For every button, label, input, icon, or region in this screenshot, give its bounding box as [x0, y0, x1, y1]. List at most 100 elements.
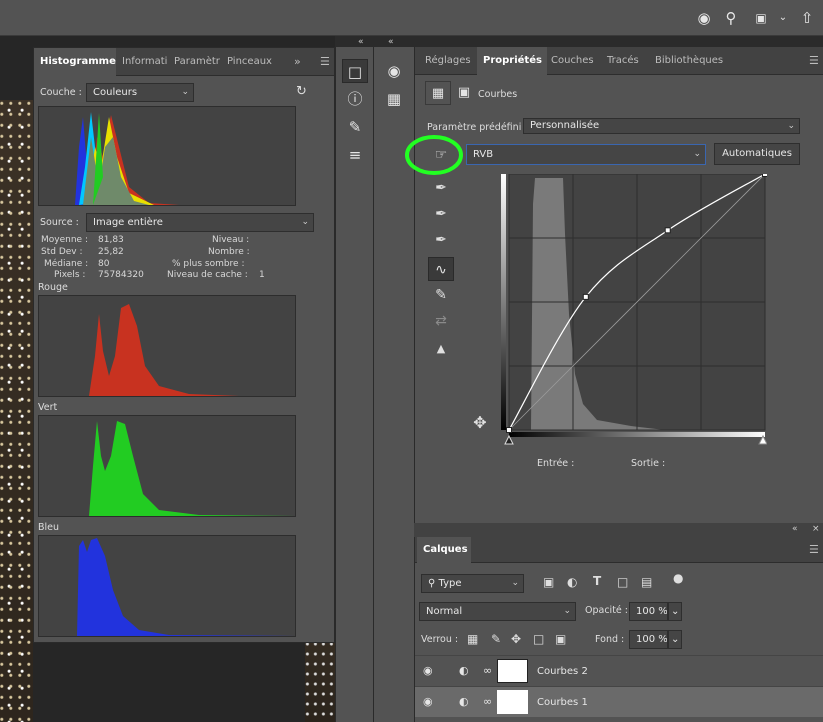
blend-mode-select[interactable]: Normal ⌄	[419, 602, 576, 621]
chevron-down-icon[interactable]: ⌄	[773, 8, 793, 28]
visibility-eye-icon[interactable]: ◉	[423, 695, 433, 708]
tab-settings[interactable]: Paramètr	[168, 48, 220, 76]
lock-label: Verrou :	[421, 634, 459, 645]
curve-control-point[interactable]	[664, 227, 671, 234]
lock-position-icon[interactable]: ✥	[511, 632, 521, 646]
refresh-icon[interactable]: ↻	[296, 84, 307, 99]
filter-toggle-icon[interactable]: ●	[673, 571, 683, 585]
search-icon[interactable]: ⚲	[721, 8, 741, 28]
opacity-chevron[interactable]: ⌄	[668, 602, 682, 621]
opacity-input[interactable]: 100 %	[629, 602, 668, 621]
preset-select[interactable]: Personnalisée ⌄	[523, 118, 800, 134]
link-icon[interactable]: ∞	[483, 664, 492, 677]
grid-icon[interactable]: ▦	[381, 87, 407, 111]
panel-menu-icon[interactable]: ☰	[803, 47, 823, 75]
histogram-icon[interactable]: □	[342, 59, 368, 83]
tab-channels[interactable]: Couches	[545, 47, 600, 75]
tab-paths[interactable]: Tracés	[601, 47, 645, 75]
layers-tab-row: Calques ☰	[415, 537, 823, 563]
pixels-label: Pixels :	[54, 270, 86, 280]
auto-button[interactable]: Automatiques	[714, 143, 800, 165]
application-bar: ◉ ⚲ ▣ ⌄ ⇧	[0, 0, 823, 36]
source-select[interactable]: Image entière ⌄	[86, 213, 314, 232]
std-label: Std Dev :	[41, 247, 83, 257]
median-value: 80	[98, 259, 110, 269]
layer-mask-thumbnail[interactable]	[497, 690, 528, 714]
color-palette-icon[interactable]: ◉	[381, 59, 407, 83]
layer-filter-select[interactable]: ⚲ Type ⌄	[421, 574, 524, 593]
pencil-icon[interactable]: ✎	[428, 283, 454, 307]
type-filter-icon[interactable]: T	[593, 574, 601, 588]
cache-level-value: 1	[259, 270, 265, 280]
tab-layers[interactable]: Calques	[417, 537, 471, 563]
collapse-icon[interactable]: «	[358, 37, 364, 47]
layer-name[interactable]: Courbes 2	[537, 656, 588, 687]
green-histogram	[38, 415, 296, 517]
layers-panel: Calques ☰ ⚲ Type ⌄ ▣ ◐ T □ ▤ ● Normal ⌄ Op…	[414, 537, 823, 722]
brush-presets-icon[interactable]: ≡	[342, 143, 368, 167]
tab-libraries[interactable]: Bibliothèques	[649, 47, 729, 75]
highlight-circle	[405, 135, 463, 175]
curve-channel-select[interactable]: RVB ⌄	[466, 144, 706, 165]
curves-adjustment-icon: ▦	[425, 81, 451, 105]
source-label: Source :	[40, 217, 79, 228]
curve-points-icon[interactable]: ∿	[428, 257, 454, 281]
brush-settings-icon[interactable]: ✎	[342, 115, 368, 139]
chevron-down-icon: ⌄	[301, 217, 309, 227]
mask-icon[interactable]: ▣	[451, 81, 477, 105]
median-label: Médiane :	[44, 259, 89, 269]
link-icon[interactable]: ∞	[483, 695, 492, 708]
chevron-down-icon: ⌄	[787, 121, 795, 131]
black-eyedropper-icon[interactable]: ✒	[428, 176, 454, 200]
lock-artboard-icon[interactable]: □	[533, 632, 544, 646]
close-icon[interactable]: ×	[812, 524, 820, 534]
curves-graph[interactable]	[501, 174, 767, 450]
info-icon[interactable]: ⓘ	[342, 87, 368, 111]
adjustment-title: Courbes	[478, 89, 518, 100]
fill-chevron[interactable]: ⌄	[668, 630, 682, 649]
collapse-icon[interactable]: «	[388, 37, 394, 47]
tab-brushes[interactable]: Pinceaux	[221, 48, 276, 76]
panel-menu-icon[interactable]: ☰	[314, 48, 336, 76]
black-point-slider[interactable]	[504, 434, 514, 445]
lock-all-icon[interactable]: ▣	[555, 632, 566, 646]
fill-input[interactable]: 100 %	[629, 630, 668, 649]
percentile-label: % plus sombre :	[172, 259, 245, 269]
tab-info[interactable]: Informati	[116, 48, 168, 76]
white-eyedropper-icon[interactable]: ✒	[428, 228, 454, 252]
curve-control-point[interactable]	[582, 293, 589, 300]
shape-filter-icon[interactable]: □	[617, 575, 628, 589]
curve-control-point[interactable]	[506, 427, 512, 433]
tab-histogram[interactable]: Histogramme	[34, 48, 116, 76]
workspace-icon[interactable]: ▣	[751, 8, 771, 28]
panel-menu-icon[interactable]: ☰	[803, 537, 823, 563]
lock-pixels-icon[interactable]: ✎	[491, 632, 501, 646]
blue-channel-label: Bleu	[38, 522, 60, 533]
clipping-warning-icon[interactable]: ▲	[428, 337, 454, 361]
layer-mask-thumbnail[interactable]	[497, 659, 528, 683]
output-label: Sortie :	[631, 458, 666, 469]
share-icon[interactable]: ⇧	[797, 8, 817, 28]
layer-row[interactable]: ◉ ◐ ∞ Courbes 2	[415, 655, 823, 686]
adjustment-filter-icon[interactable]: ◐	[567, 575, 577, 589]
white-point-slider[interactable]	[758, 434, 767, 445]
properties-tab-row: Réglages Propriétés Couches Tracés Bibli…	[415, 47, 823, 75]
histogram-tab-row: Histogramme Informati Paramètr Pinceaux …	[34, 48, 334, 76]
composite-histogram	[38, 106, 296, 206]
image-filter-icon[interactable]: ▣	[543, 575, 554, 589]
gray-eyedropper-icon[interactable]: ✒	[428, 202, 454, 226]
layer-name[interactable]: Courbes 1	[537, 687, 588, 718]
collapse-icon[interactable]: «	[792, 524, 798, 534]
opacity-label: Opacité :	[585, 605, 628, 616]
smart-object-filter-icon[interactable]: ▤	[641, 575, 652, 589]
layer-row-selected[interactable]: ◉ ◐ ∞ Courbes 1	[415, 686, 823, 717]
lock-transparency-icon[interactable]: ▦	[467, 632, 478, 646]
channel-select[interactable]: Couleurs ⌄	[86, 83, 194, 102]
visibility-eye-icon[interactable]: ◉	[423, 664, 433, 677]
curve-control-point[interactable]	[762, 174, 768, 177]
tab-properties[interactable]: Propriétés	[477, 47, 547, 75]
tab-adjustments[interactable]: Réglages	[419, 47, 477, 75]
user-share-icon[interactable]: ◉	[694, 8, 714, 28]
panel-expand-icon[interactable]: »	[288, 48, 307, 76]
smooth-icon[interactable]: ⇄	[428, 309, 454, 333]
